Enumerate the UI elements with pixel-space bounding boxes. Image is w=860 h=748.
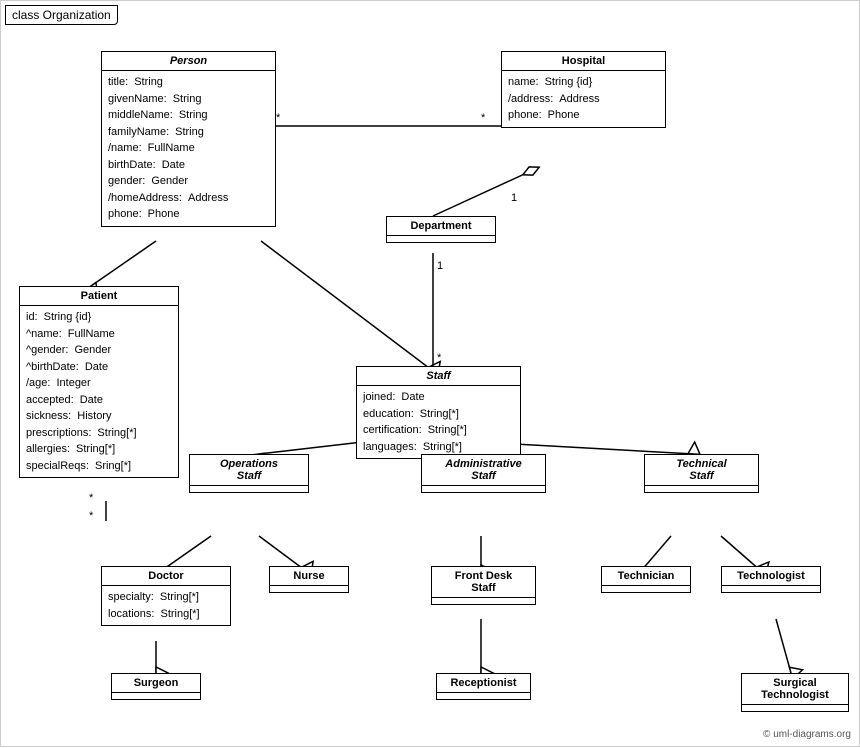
doctor-title: Doctor — [102, 567, 230, 586]
svg-text:1: 1 — [511, 192, 517, 204]
department-class: Department — [386, 216, 496, 243]
doctor-attrs: specialty:String[*] locations:String[*] — [102, 586, 230, 625]
person-class: Person title:String givenName:String mid… — [101, 51, 276, 227]
staff-class: Staff joined:Date education:String[*] ce… — [356, 366, 521, 459]
receptionist-title: Receptionist — [437, 674, 530, 693]
administrative-staff-class: AdministrativeStaff — [421, 454, 546, 493]
staff-attrs: joined:Date education:String[*] certific… — [357, 386, 520, 458]
patient-title: Patient — [20, 287, 178, 306]
svg-text:*: * — [481, 112, 486, 124]
surgical-technologist-title: SurgicalTechnologist — [742, 674, 848, 705]
hospital-class: Hospital name:String {id} /address:Addre… — [501, 51, 666, 128]
patient-attrs: id:String {id} ^name:FullName ^gender:Ge… — [20, 306, 178, 477]
svg-text:*: * — [89, 510, 94, 522]
front-desk-staff-title: Front DeskStaff — [432, 567, 535, 598]
operations-staff-class: OperationsStaff — [189, 454, 309, 493]
administrative-staff-title: AdministrativeStaff — [422, 455, 545, 486]
surgeon-class: Surgeon — [111, 673, 201, 700]
hospital-attrs: name:String {id} /address:Address phone:… — [502, 71, 665, 127]
technical-staff-title: TechnicalStaff — [645, 455, 758, 486]
department-attrs — [387, 236, 495, 242]
front-desk-staff-class: Front DeskStaff — [431, 566, 536, 605]
nurse-class: Nurse — [269, 566, 349, 593]
svg-text:1: 1 — [437, 260, 443, 272]
technologist-title: Technologist — [722, 567, 820, 586]
staff-title: Staff — [357, 367, 520, 386]
person-attrs: title:String givenName:String middleName… — [102, 71, 275, 226]
operations-staff-title: OperationsStaff — [190, 455, 308, 486]
copyright: © uml-diagrams.org — [763, 729, 851, 740]
patient-class: Patient id:String {id} ^name:FullName ^g… — [19, 286, 179, 478]
doctor-class: Doctor specialty:String[*] locations:Str… — [101, 566, 231, 626]
hospital-title: Hospital — [502, 52, 665, 71]
nurse-title: Nurse — [270, 567, 348, 586]
receptionist-class: Receptionist — [436, 673, 531, 700]
diagram-container: class Organization — [0, 0, 860, 747]
surgical-technologist-class: SurgicalTechnologist — [741, 673, 849, 712]
svg-text:*: * — [89, 492, 94, 504]
department-title: Department — [387, 217, 495, 236]
person-title: Person — [102, 52, 275, 71]
technical-staff-class: TechnicalStaff — [644, 454, 759, 493]
technician-class: Technician — [601, 566, 691, 593]
surgeon-title: Surgeon — [112, 674, 200, 693]
technologist-class: Technologist — [721, 566, 821, 593]
technician-title: Technician — [602, 567, 690, 586]
svg-text:*: * — [437, 352, 442, 364]
diagram-title: class Organization — [5, 5, 118, 25]
svg-text:*: * — [276, 112, 281, 124]
